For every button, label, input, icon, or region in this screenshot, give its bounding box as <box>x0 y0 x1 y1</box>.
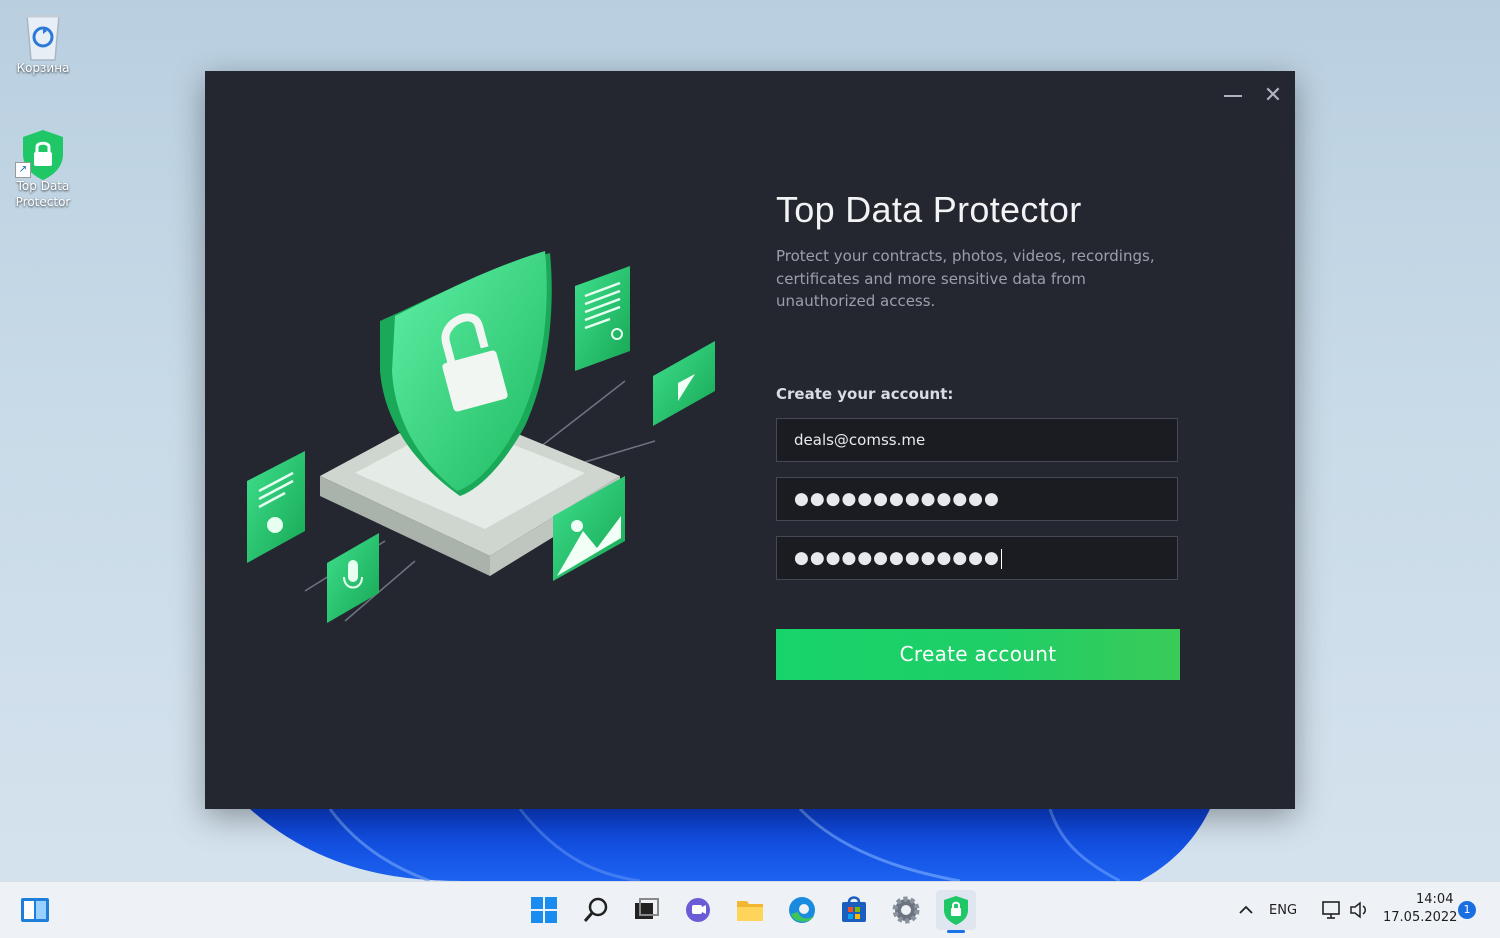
taskbar: ENG 14:04 17.05.2022 1 <box>0 881 1500 938</box>
file-explorer-icon <box>737 901 763 921</box>
top-data-protector-taskbar-button[interactable] <box>936 890 976 933</box>
minimize-icon <box>1224 95 1242 97</box>
clock-date[interactable]: 17.05.2022 <box>1383 910 1457 925</box>
app-description: Protect your contracts, photos, videos, … <box>776 247 1155 310</box>
start-button[interactable] <box>524 890 564 930</box>
close-button[interactable]: ✕ <box>1255 83 1291 109</box>
app-title: Top Data Protector <box>776 189 1082 230</box>
desktop-icon-top-data-protector[interactable]: ↗ Top Data Protector <box>3 128 83 210</box>
password-value: ●●●●●●●●●●●●● <box>794 489 1000 509</box>
file-explorer-button[interactable] <box>730 890 770 930</box>
speaker-icon <box>1350 901 1366 919</box>
store-icon <box>842 896 866 922</box>
confirm-password-value: ●●●●●●●●●●●●● <box>794 548 1000 568</box>
top-data-protector-label-line2: Protector <box>15 195 71 209</box>
minimize-button[interactable] <box>1215 83 1251 109</box>
widgets-icon <box>21 898 49 922</box>
store-button[interactable] <box>834 890 874 930</box>
notification-badge[interactable]: 1 <box>1458 901 1476 919</box>
chevron-up-icon <box>1239 905 1253 914</box>
create-account-button[interactable]: Create account <box>776 629 1180 680</box>
task-view-icon <box>635 898 659 919</box>
settings-icon <box>892 896 920 924</box>
app-window: ✕ Top Data Protector Protect your contra… <box>205 71 1295 809</box>
shortcut-arrow-icon: ↗ <box>15 162 31 178</box>
text-caret <box>1000 548 1003 569</box>
desktop-icon-recycle-bin[interactable]: Корзина <box>3 10 83 76</box>
language-indicator[interactable]: ENG <box>1269 903 1297 918</box>
app-shield-icon: ↗ <box>15 128 67 180</box>
search-button[interactable] <box>576 890 616 930</box>
widgets-button[interactable] <box>15 890 55 930</box>
password-field[interactable]: ●●●●●●●●●●●●● <box>776 477 1178 521</box>
volume-button[interactable] <box>1340 890 1370 930</box>
hero-illustration <box>235 211 755 651</box>
confirm-password-field[interactable]: ●●●●●●●●●●●●● <box>776 536 1178 580</box>
show-hidden-icons-button[interactable] <box>1226 890 1256 930</box>
active-app-indicator <box>947 930 965 933</box>
task-view-button[interactable] <box>626 890 666 930</box>
start-icon <box>531 897 557 923</box>
search-icon <box>583 897 608 922</box>
close-icon: ✕ <box>1263 83 1283 108</box>
top-data-protector-label-line1: Top Data <box>16 179 70 193</box>
recycle-bin-label: Корзина <box>16 61 70 75</box>
create-account-label: Create your account: <box>776 385 954 403</box>
top-data-protector-icon <box>944 896 968 925</box>
edge-button[interactable] <box>782 890 822 930</box>
recycle-bin-icon <box>19 10 67 61</box>
settings-button[interactable] <box>886 890 926 930</box>
clock-time[interactable]: 14:04 <box>1416 892 1453 907</box>
edge-icon <box>789 897 815 923</box>
network-button[interactable] <box>1312 890 1342 930</box>
email-value: deals@comss.me <box>794 431 926 449</box>
teams-chat-button[interactable] <box>678 890 718 930</box>
email-field[interactable]: deals@comss.me <box>776 418 1178 462</box>
teams-chat-icon <box>686 898 710 922</box>
